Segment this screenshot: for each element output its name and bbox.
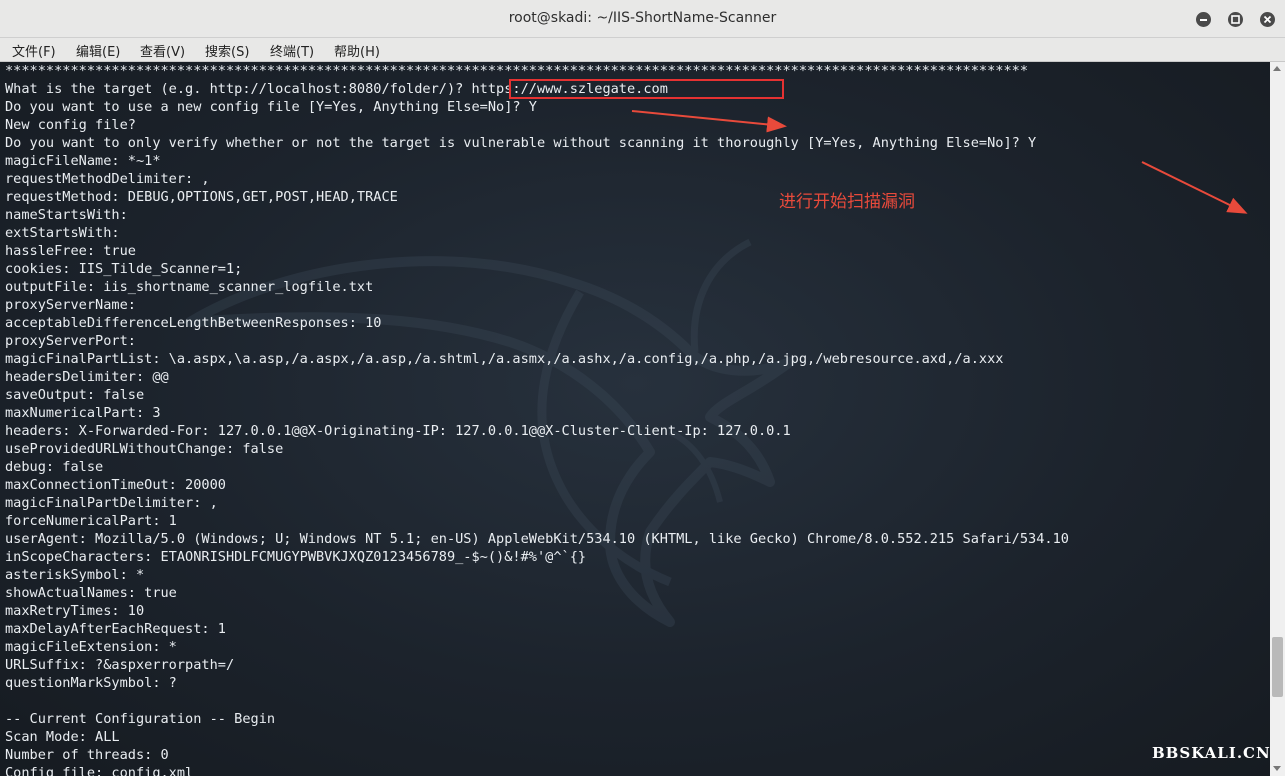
arrow-to-config-prompt-icon: [631, 110, 787, 133]
watermark: BBSKALI.CN: [1152, 744, 1271, 762]
arrow-to-verify-prompt-icon: [1141, 161, 1248, 214]
annotation-arrows: [631, 110, 1248, 214]
annotation-label: 进行开始扫描漏洞: [779, 192, 915, 212]
